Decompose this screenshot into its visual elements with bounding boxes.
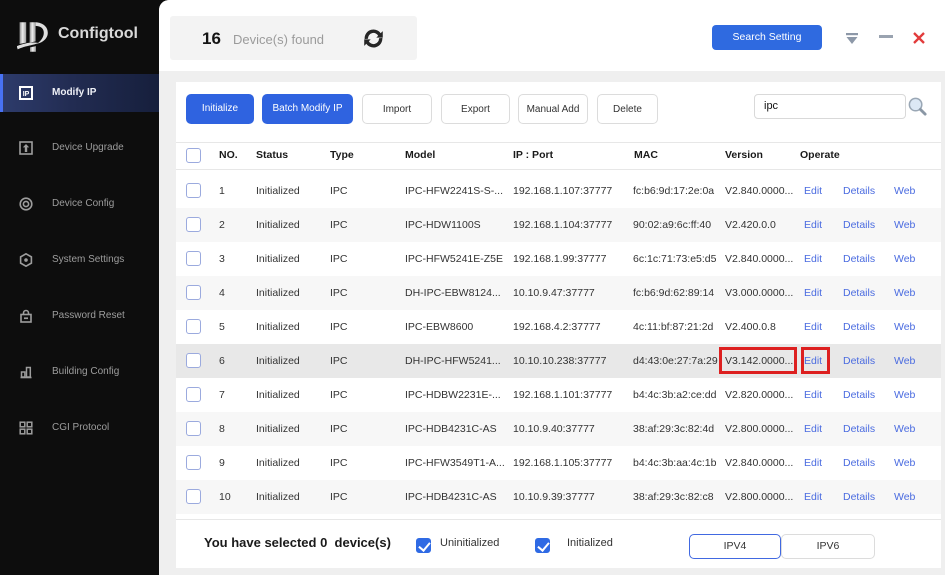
svg-text:IP: IP bbox=[23, 91, 30, 98]
